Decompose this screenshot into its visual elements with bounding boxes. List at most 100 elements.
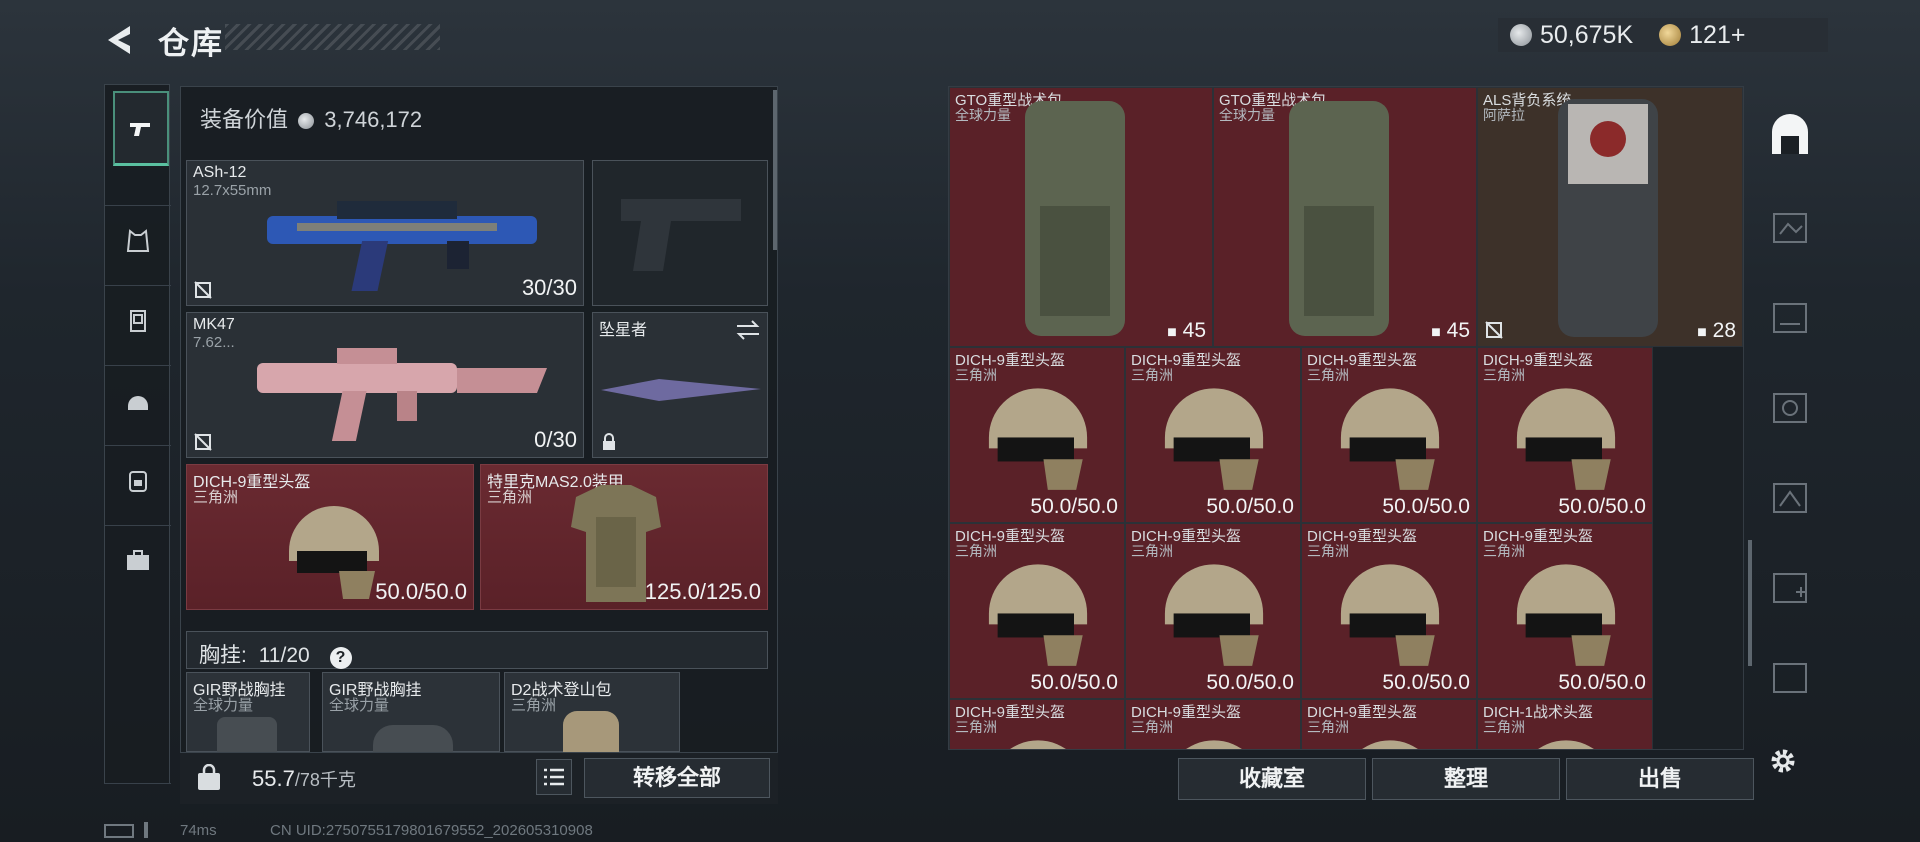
armor-slot[interactable]: 特里克MAS2.0装甲 三角洲 125.0/125.0	[480, 464, 768, 610]
weight-readout: 55.7/78千克	[252, 766, 356, 792]
equipment-value-amount: 3,746,172	[324, 107, 423, 132]
backpack-icon	[129, 471, 147, 492]
rig-item-maker: 全球力量	[193, 697, 254, 714]
item-capacity: ■ 45	[1167, 319, 1206, 343]
title-decoration	[225, 24, 440, 50]
item-durability: 50.0/50.0	[1558, 495, 1646, 518]
capacity-icon: ■	[1431, 324, 1441, 341]
secondary-weapon-slot[interactable]: MK47 7.62... 0/30	[186, 312, 584, 458]
storage-page-icon	[1773, 573, 1807, 603]
tab-safebox[interactable]	[105, 531, 171, 591]
primary-weapon-slot[interactable]: ASh-12 12.7x55mm 30/30	[186, 160, 584, 306]
storage-page-tab[interactable]	[1766, 384, 1814, 432]
storage-page-tab[interactable]	[1766, 204, 1814, 252]
helmet-icon	[1340, 388, 1440, 490]
storage-page-icon	[1773, 663, 1807, 693]
helmet-icon	[988, 388, 1088, 490]
equipment-value: 装备价值 3,746,172	[200, 102, 422, 134]
armor-maker: 三角洲	[487, 489, 533, 506]
ping-value: 74ms	[180, 822, 217, 839]
no-insurance-icon	[194, 433, 212, 451]
signal-icon	[144, 822, 148, 838]
storage-page-tab[interactable]	[1766, 564, 1814, 612]
list-icon	[544, 768, 564, 786]
tab-chest-rig[interactable]	[105, 211, 171, 271]
pistol-icon	[130, 123, 150, 136]
storage-scrollbar[interactable]	[1748, 540, 1752, 666]
pistol-slot-empty[interactable]	[592, 160, 768, 306]
sort-button[interactable]: 整理	[1372, 758, 1560, 800]
storage-item[interactable]: DICH-9重型头盔 三角洲	[1301, 699, 1477, 749]
storage-item[interactable]: GTO重型战术包 全球力量 ■ 45	[1213, 87, 1477, 347]
rig-item[interactable]: GIR野战胸挂 全球力量	[322, 672, 500, 753]
helmet-icon	[1164, 564, 1264, 666]
melee-slot[interactable]: 坠星者	[592, 312, 768, 458]
rig-thumbnail	[217, 717, 277, 753]
storage-item[interactable]: DICH-1战术头盔 三角洲	[1477, 699, 1653, 749]
rig-item[interactable]: D2战术登山包 三角洲	[504, 672, 680, 753]
smg-icon	[257, 348, 547, 441]
helmet-icon	[1186, 740, 1242, 749]
settings-gear-icon[interactable]	[1766, 744, 1800, 778]
helmet-icon	[289, 506, 379, 599]
tab-weapons[interactable]	[113, 91, 169, 166]
storage-item[interactable]: GTO重型战术包 全球力量 ■ 45	[949, 87, 1213, 347]
list-view-button[interactable]	[536, 759, 572, 795]
storage-item[interactable]: ALS背负系统 阿萨拉 ■ 28	[1477, 87, 1743, 347]
equipment-scrollbar[interactable]	[773, 90, 777, 250]
storage-item[interactable]: DICH-9重型头盔 三角洲 50.0/50.0	[949, 347, 1125, 523]
no-insurance-icon	[194, 281, 212, 299]
sell-button[interactable]: 出售	[1566, 758, 1754, 800]
weapon-name: MK47	[193, 316, 235, 333]
storage-page-tab[interactable]	[1766, 294, 1814, 342]
battery-icon	[104, 824, 134, 838]
storage-page-icon	[1773, 393, 1807, 423]
helmet-icon	[1362, 740, 1418, 749]
storage-item[interactable]: DICH-9重型头盔 三角洲 50.0/50.0	[949, 523, 1125, 699]
equipment-category-sidebar	[104, 84, 171, 784]
currency-bar[interactable]: 50,675K 121+	[1498, 18, 1828, 52]
helmet-durability: 50.0/50.0	[375, 579, 467, 604]
back-button[interactable]	[100, 20, 140, 60]
item-maker: 全球力量	[955, 107, 1011, 123]
help-icon[interactable]: ?	[329, 647, 352, 669]
storage-page-icon	[1773, 483, 1807, 513]
transfer-all-button[interactable]: 转移全部	[584, 758, 770, 798]
rifle-icon	[267, 201, 537, 291]
melee-name: 坠星者	[599, 322, 648, 339]
tab-armor[interactable]	[105, 291, 171, 351]
storage-item[interactable]: DICH-9重型头盔 三角洲	[1125, 699, 1301, 749]
helmet-icon	[128, 396, 148, 410]
storage-page-tab[interactable]	[1766, 654, 1814, 702]
helmet-icon	[1538, 740, 1594, 749]
item-maker: 阿萨拉	[1483, 107, 1525, 123]
collection-room-button[interactable]: 收藏室	[1178, 758, 1366, 800]
tab-backpack[interactable]	[105, 451, 171, 511]
rig-item-maker: 三角洲	[511, 697, 557, 714]
storage-page-tab[interactable]	[1766, 474, 1814, 522]
currency-silver-value: 50,675K	[1540, 20, 1634, 49]
backpack-icon	[1025, 101, 1125, 336]
storage-item[interactable]: DICH-9重型头盔 三角洲 50.0/50.0	[1125, 523, 1301, 699]
storage-item[interactable]: DICH-9重型头盔 三角洲 50.0/50.0	[1301, 523, 1477, 699]
storage-item[interactable]: DICH-9重型头盔 三角洲 50.0/50.0	[1477, 523, 1653, 699]
tab-helmet[interactable]	[105, 371, 171, 431]
pistol-silhouette-icon	[621, 199, 741, 271]
storage-item[interactable]: DICH-9重型头盔 三角洲 50.0/50.0	[1125, 347, 1301, 523]
helmet-slot[interactable]: DICH-9重型头盔 三角洲 50.0/50.0	[186, 464, 474, 610]
storage-item[interactable]: DICH-9重型头盔 三角洲	[949, 699, 1125, 749]
item-durability: 50.0/50.0	[1030, 671, 1118, 694]
capacity-value: 28	[1712, 319, 1736, 342]
swap-icon[interactable]	[735, 319, 761, 341]
capacity-icon: ■	[1697, 324, 1707, 341]
item-durability: 50.0/50.0	[1382, 671, 1470, 694]
storage-tab-main[interactable]	[1766, 114, 1814, 162]
helmet-icon	[1164, 388, 1264, 490]
no-insurance-icon	[1485, 321, 1503, 339]
page-title: 仓库	[158, 26, 224, 61]
currency-gold-value: 121+	[1689, 20, 1746, 49]
storage-item[interactable]: DICH-9重型头盔 三角洲 50.0/50.0	[1301, 347, 1477, 523]
backpack-icon	[1289, 101, 1389, 336]
rig-item[interactable]: GIR野战胸挂 全球力量	[186, 672, 310, 753]
storage-item[interactable]: DICH-9重型头盔 三角洲 50.0/50.0	[1477, 347, 1653, 523]
